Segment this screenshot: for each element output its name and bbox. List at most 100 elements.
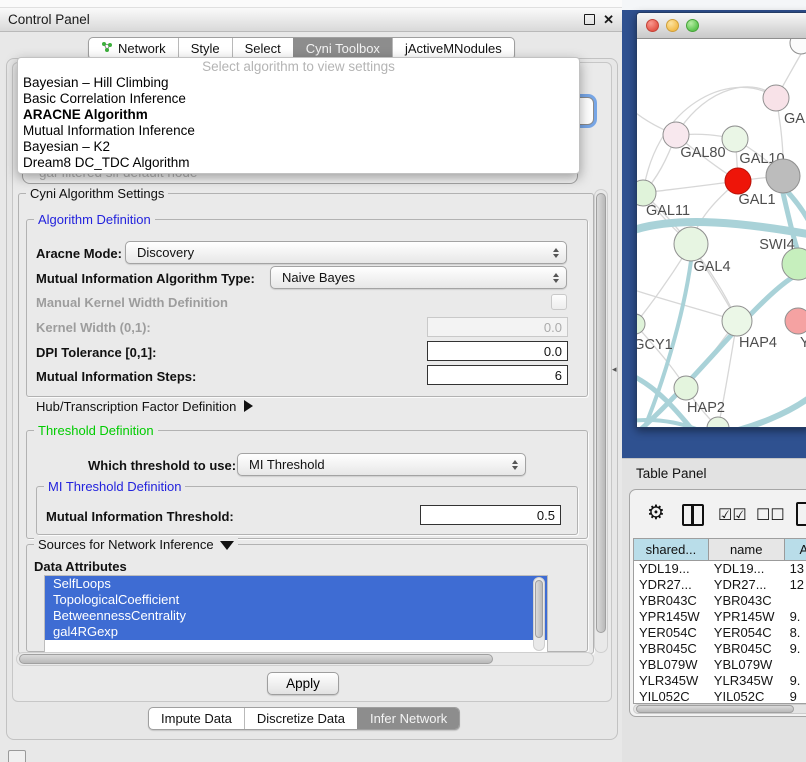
- table-cell: YDL19...: [634, 561, 709, 577]
- network-node-hap2[interactable]: [674, 376, 698, 400]
- tab-jactivemnodules[interactable]: jActiveMNodules: [392, 38, 514, 59]
- table-row[interactable]: YBL079WYBL079W: [634, 657, 806, 673]
- expand-right-icon[interactable]: [244, 400, 253, 412]
- data-attribute-item[interactable]: BetweennessCentrality: [45, 608, 547, 624]
- which-threshold-combo[interactable]: MI Threshold: [237, 453, 526, 476]
- select-all-icon[interactable]: ☑☑: [718, 505, 747, 527]
- deselect-all-icon[interactable]: ☐☐: [756, 505, 785, 527]
- mi-threshold-field[interactable]: 0.5: [420, 505, 561, 525]
- cyni-mode-tabbar: Impute DataDiscretize DataInfer Network: [148, 707, 460, 730]
- kernel-width-label: Kernel Width (0,1):: [36, 320, 151, 335]
- aracne-mode-value: Discovery: [137, 245, 194, 260]
- tab-impute-data[interactable]: Impute Data: [149, 708, 244, 729]
- gear-icon[interactable]: ⚙: [647, 502, 665, 524]
- network-node-gcy1[interactable]: [637, 314, 645, 334]
- collapse-down-icon[interactable]: [220, 541, 234, 550]
- hub-definition-expander[interactable]: Hub/Transcription Factor Definition: [36, 399, 253, 414]
- cyni-settings-title: Cyni Algorithm Settings: [26, 186, 168, 201]
- algorithm-option[interactable]: Basic Correlation Inference: [18, 91, 579, 107]
- table-header-row: shared...nameA: [634, 539, 806, 561]
- table-cell: YPR145W: [634, 609, 709, 625]
- network-node-gal1[interactable]: [725, 168, 751, 194]
- network-node-label: GAL80: [680, 145, 725, 161]
- network-node-gal[interactable]: [763, 85, 789, 111]
- tab-cyni-toolbox[interactable]: Cyni Toolbox: [293, 38, 392, 59]
- table-cell: 9: [785, 689, 806, 704]
- network-node-gal4[interactable]: [674, 227, 708, 261]
- algorithm-option[interactable]: Bayesian – K2: [18, 139, 579, 155]
- table-row[interactable]: YER054CYER054C8.: [634, 625, 806, 641]
- combo-stepper-icon: [512, 454, 518, 475]
- algorithm-option[interactable]: Dream8 DC_TDC Algorithm: [18, 155, 579, 171]
- algorithm-option[interactable]: Mutual Information Inference: [18, 123, 579, 139]
- column-browser-icon[interactable]: [682, 504, 704, 526]
- close-window-icon[interactable]: [646, 19, 659, 32]
- table-cell: YBL079W: [634, 657, 709, 673]
- attributes-scrollbar[interactable]: [533, 577, 545, 651]
- table-row[interactable]: YIL052CYIL052C9: [634, 689, 806, 704]
- table-row[interactable]: YPR145WYPR145W9.: [634, 609, 806, 625]
- network-canvas[interactable]: GALGAL80GAL10GAL1GAL11SWI4GAL4GCY1HAP4YH…: [637, 39, 806, 427]
- settings-vscrollbar[interactable]: [594, 189, 608, 653]
- tab-discretize-data[interactable]: Discretize Data: [244, 708, 357, 729]
- network-node-hap4[interactable]: [722, 306, 752, 336]
- column-header-a[interactable]: A: [785, 539, 806, 560]
- network-node-gal10[interactable]: [722, 126, 748, 152]
- network-icon: [101, 41, 113, 56]
- algorithm-option[interactable]: Bayesian – Hill Climbing: [18, 75, 579, 91]
- network-node-label: Y: [800, 335, 806, 351]
- settings-hscrollbar[interactable]: [16, 652, 594, 666]
- tab-network[interactable]: Network: [89, 38, 178, 59]
- network-node[interactable]: [766, 159, 800, 193]
- algorithm-option[interactable]: ARACNE Algorithm: [18, 107, 579, 123]
- column-header-shared-[interactable]: shared...: [634, 539, 709, 560]
- table-row[interactable]: YDL19...YDL19...13: [634, 561, 806, 577]
- table-panel-body: ⚙ ☑☑ ☐☐ shared...nameA YDL19...YDL19...1…: [629, 489, 806, 717]
- network-window-titlebar[interactable]: [637, 13, 806, 39]
- table-cell: YLR345W: [709, 673, 785, 689]
- table-row[interactable]: YLR345WYLR345W9.: [634, 673, 806, 689]
- data-attribute-item[interactable]: SelfLoops: [45, 576, 547, 592]
- table-cell: 9.: [785, 673, 806, 689]
- tab-style[interactable]: Style: [178, 38, 232, 59]
- table-cell: YER054C: [709, 625, 785, 641]
- threshold-definition-title: Threshold Definition: [34, 423, 158, 438]
- split-pane-collapse-icon[interactable]: ◂: [612, 364, 617, 375]
- table-cell: YDR27...: [709, 577, 785, 593]
- mi-type-combo[interactable]: Naive Bayes: [270, 266, 567, 289]
- minimize-window-icon[interactable]: [666, 19, 679, 32]
- table-row[interactable]: YDR27...YDR27...12: [634, 577, 806, 593]
- aracne-mode-label: Aracne Mode:: [36, 246, 122, 261]
- apply-button[interactable]: Apply: [267, 672, 339, 695]
- manual-kernel-checkbox[interactable]: [551, 294, 567, 310]
- aracne-mode-combo[interactable]: Discovery: [125, 241, 567, 264]
- float-panel-icon[interactable]: [584, 14, 595, 25]
- panel-corner-icon[interactable]: [8, 750, 26, 762]
- sources-title[interactable]: Sources for Network Inference: [34, 537, 238, 552]
- network-node-label: SWI4: [759, 237, 794, 253]
- kernel-width-field[interactable]: 0.0: [427, 317, 568, 337]
- tab-label: Style: [191, 41, 220, 56]
- desktop-top-strip: [622, 0, 806, 10]
- mi-steps-field[interactable]: 6: [427, 365, 568, 385]
- network-node-y[interactable]: [785, 308, 806, 334]
- table-cell: YDL19...: [709, 561, 785, 577]
- manual-kernel-label: Manual Kernel Width Definition: [36, 295, 228, 310]
- tab-select[interactable]: Select: [232, 38, 293, 59]
- dpi-tolerance-field[interactable]: 0.0: [427, 341, 568, 361]
- data-attribute-item[interactable]: TopologicalCoefficient: [45, 592, 547, 608]
- network-node[interactable]: [790, 39, 806, 54]
- table-panel-title: Table Panel: [636, 466, 707, 481]
- table-hscrollbar[interactable]: [633, 704, 806, 714]
- close-panel-icon[interactable]: ✕: [603, 13, 614, 26]
- column-header-name[interactable]: name: [709, 539, 785, 560]
- export-table-icon[interactable]: [796, 502, 806, 526]
- algorithm-popup-prompt: Select algorithm to view settings: [18, 58, 579, 75]
- zoom-window-icon[interactable]: [686, 19, 699, 32]
- network-node-label: HAP4: [739, 335, 777, 351]
- table-row[interactable]: YBR043CYBR043C: [634, 593, 806, 609]
- table-cell: YPR145W: [709, 609, 785, 625]
- data-attribute-item[interactable]: gal4RGexp: [45, 624, 547, 640]
- tab-infer-network[interactable]: Infer Network: [357, 708, 459, 729]
- table-row[interactable]: YBR045CYBR045C9.: [634, 641, 806, 657]
